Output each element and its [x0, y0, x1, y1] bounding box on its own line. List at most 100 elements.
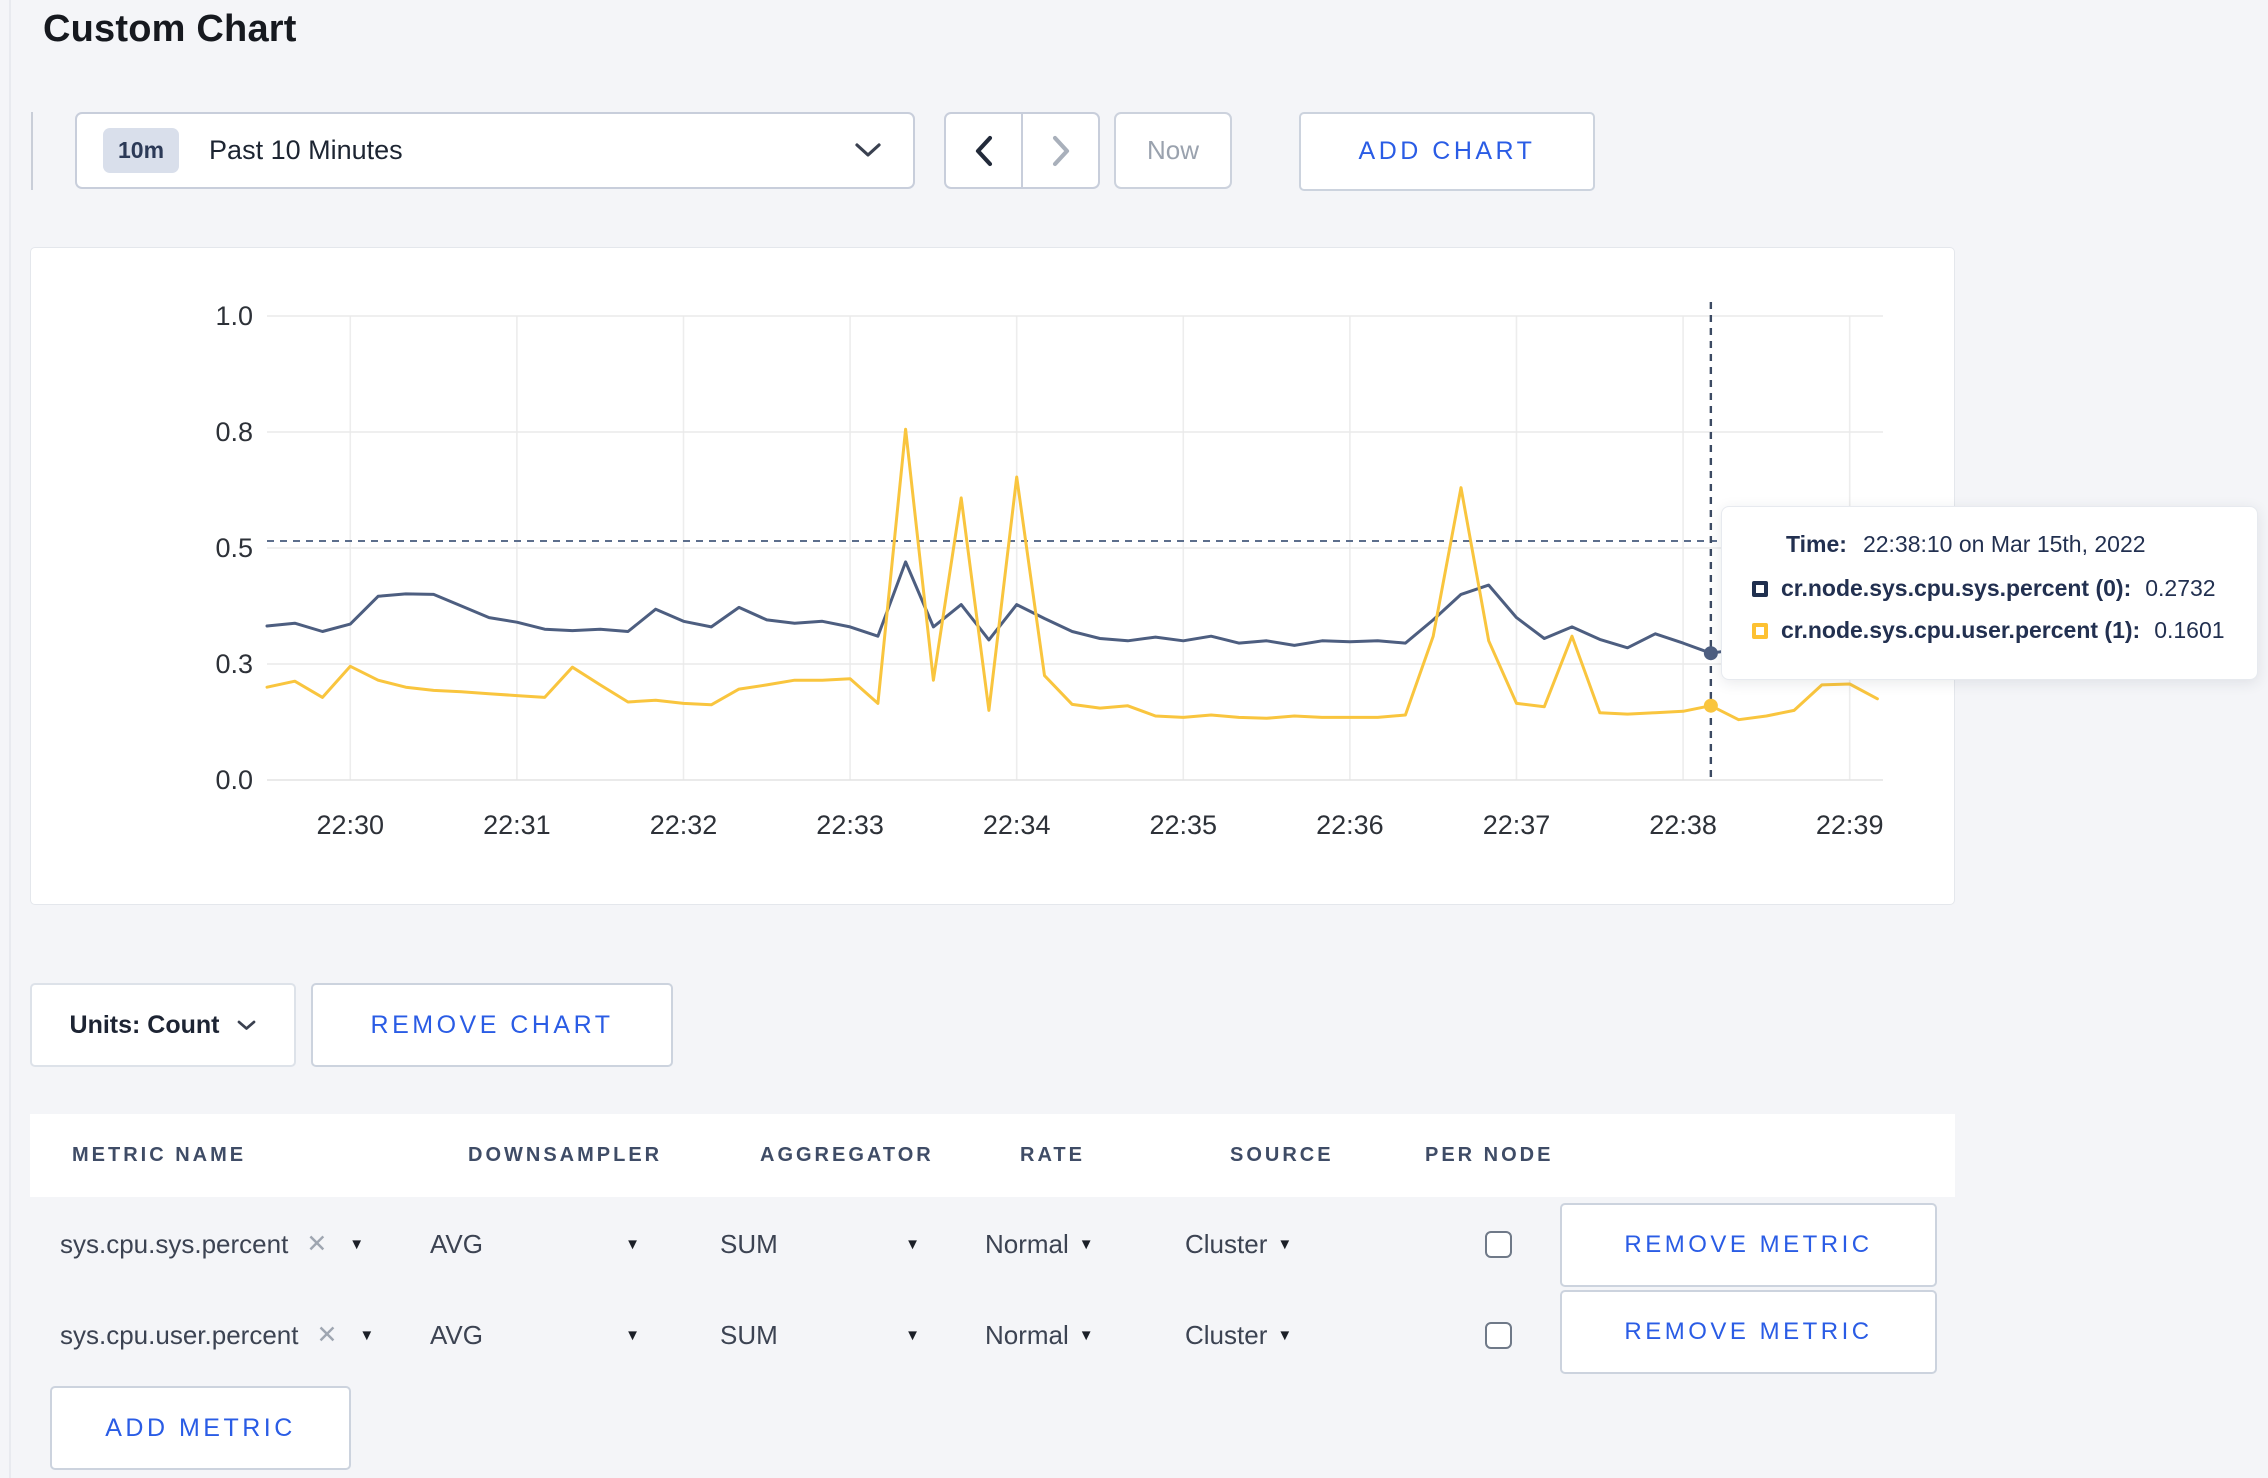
y-axis-tick-label: 0.8	[215, 417, 253, 447]
column-header-aggregator: AGGREGATOR	[760, 1144, 934, 1166]
select-arrow-icon: ▼	[1078, 1235, 1094, 1253]
per-node-checkbox[interactable]	[1485, 1321, 1512, 1349]
aggregator-value: SUM	[720, 1228, 778, 1259]
add-metric-button[interactable]: ADD METRIC	[50, 1386, 351, 1470]
time-range-badge: 10m	[103, 128, 180, 173]
toolbar-divider	[31, 112, 33, 190]
per-node-cell	[1395, 1230, 1560, 1258]
aggregator-select[interactable]: SUM ▼	[715, 1320, 980, 1351]
time-step-controls	[944, 112, 1100, 189]
timeseries-chart[interactable]: 0.0 0.3 0.5 0.8 1.0 22:30 22:31 22:32 22:33 22:34…	[31, 248, 1954, 904]
per-node-cell	[1395, 1321, 1560, 1349]
chevron-left-icon	[975, 135, 992, 166]
x-axis-tick-label: 22:33	[816, 810, 884, 840]
select-arrow-icon: ▼	[905, 1326, 920, 1344]
metric-row: sys.cpu.sys.percent ✕ ▼ AVG ▼ SUM ▼ Normal ▼ Clus…	[30, 1214, 1560, 1274]
remove-metric-button[interactable]: REMOVE METRIC	[1560, 1203, 1937, 1287]
hover-point-cpu-user	[1703, 698, 1718, 713]
chevron-down-icon	[855, 143, 881, 157]
toolbar: 10m Past 10 Minutes Now ADD CHART	[0, 112, 2268, 192]
time-range-label: Past 10 Minutes	[209, 135, 403, 165]
tooltip-series-row: cr.node.sys.cpu.sys.percent (0): 0.2732	[1752, 575, 2227, 602]
select-arrow-icon: ▼	[1277, 1326, 1293, 1344]
units-dropdown[interactable]: Units: Count	[30, 983, 296, 1067]
downsampler-value: AVG	[430, 1319, 483, 1350]
select-arrow-icon: ▼	[1078, 1326, 1094, 1344]
column-header-downsampler: DOWNSAMPLER	[468, 1144, 663, 1166]
add-chart-button[interactable]: ADD CHART	[1299, 112, 1595, 191]
next-time-button[interactable]	[1023, 114, 1098, 187]
tooltip-series-row: cr.node.sys.cpu.user.percent (1): 0.1601	[1752, 617, 2227, 644]
series-line-cpu-sys	[265, 560, 1879, 657]
select-arrow-icon: ▼	[349, 1235, 365, 1253]
clear-metric-icon[interactable]: ✕	[306, 1229, 327, 1259]
chevron-down-icon	[238, 1020, 256, 1030]
series-line-cpu-user	[265, 427, 1879, 722]
metric-name-select[interactable]: sys.cpu.sys.percent ✕ ▼	[30, 1229, 425, 1260]
x-axis-tick-label: 22:38	[1649, 810, 1717, 840]
select-arrow-icon: ▼	[359, 1326, 375, 1344]
source-value: Cluster	[1185, 1228, 1268, 1259]
select-arrow-icon: ▼	[625, 1326, 640, 1344]
units-label: Units: Count	[69, 1010, 220, 1039]
rate-value: Normal	[985, 1319, 1069, 1350]
column-header-per-node: PER NODE	[1425, 1144, 1554, 1166]
select-arrow-icon: ▼	[1277, 1235, 1293, 1253]
aggregator-value: SUM	[720, 1319, 778, 1350]
chart-tooltip: Time: 22:38:10 on Mar 15th, 2022 cr.node.…	[1721, 506, 2258, 680]
y-axis-tick-label: 1.0	[215, 301, 253, 331]
rate-select[interactable]: Normal ▼	[980, 1229, 1180, 1260]
series-swatch-icon	[1752, 622, 1768, 639]
y-axis-tick-label: 0.3	[215, 649, 253, 679]
metric-row: sys.cpu.user.percent ✕ ▼ AVG ▼ SUM ▼ Normal ▼ Clu…	[30, 1305, 1560, 1365]
page-title: Custom Chart	[43, 8, 297, 50]
source-select[interactable]: Cluster ▼	[1180, 1229, 1395, 1260]
column-header-source: SOURCE	[1230, 1144, 1334, 1166]
series-swatch-icon	[1752, 580, 1768, 597]
now-button[interactable]: Now	[1114, 112, 1232, 189]
page-left-edge	[9, 0, 11, 1478]
hover-point-cpu-sys	[1703, 646, 1718, 661]
aggregator-select[interactable]: SUM ▼	[715, 1229, 980, 1260]
metric-name-value: sys.cpu.sys.percent	[60, 1228, 289, 1259]
x-axis-tick-label: 22:39	[1816, 810, 1884, 840]
tooltip-series-value: 0.2732	[2145, 575, 2216, 601]
downsampler-value: AVG	[430, 1228, 483, 1259]
metric-name-value: sys.cpu.user.percent	[60, 1319, 299, 1350]
metrics-table-header: METRIC NAME DOWNSAMPLER AGGREGATOR RATE SOUR…	[30, 1114, 1955, 1197]
rate-value: Normal	[985, 1228, 1069, 1259]
downsampler-select[interactable]: AVG ▼	[425, 1320, 715, 1351]
column-header-rate: RATE	[1020, 1144, 1085, 1166]
metric-name-select[interactable]: sys.cpu.user.percent ✕ ▼	[30, 1320, 425, 1351]
source-select[interactable]: Cluster ▼	[1180, 1320, 1395, 1351]
source-value: Cluster	[1185, 1319, 1268, 1350]
downsampler-select[interactable]: AVG ▼	[425, 1229, 715, 1260]
tooltip-time-row: Time: 22:38:10 on Mar 15th, 2022	[1786, 531, 2227, 558]
tooltip-series-label: cr.node.sys.cpu.sys.percent (0):	[1781, 575, 2132, 601]
x-axis-tick-label: 22:35	[1149, 810, 1217, 840]
x-axis-tick-label: 22:31	[483, 810, 551, 840]
tooltip-series-value: 0.1601	[2154, 617, 2225, 643]
tooltip-time-value: 22:38:10 on Mar 15th, 2022	[1862, 531, 2146, 557]
time-range-dropdown[interactable]: 10m Past 10 Minutes	[75, 112, 915, 189]
select-arrow-icon: ▼	[905, 1235, 920, 1253]
chart-card[interactable]: 0.0 0.3 0.5 0.8 1.0 22:30 22:31 22:32 22:33 22:34…	[30, 247, 1955, 905]
per-node-checkbox[interactable]	[1485, 1230, 1512, 1258]
chevron-right-icon	[1052, 135, 1069, 166]
tooltip-time-label: Time:	[1786, 531, 1847, 557]
x-axis-tick-label: 22:30	[317, 810, 385, 840]
remove-chart-button[interactable]: REMOVE CHART	[311, 983, 673, 1067]
prev-time-button[interactable]	[946, 114, 1023, 187]
x-axis-tick-label: 22:34	[983, 810, 1051, 840]
remove-metric-button[interactable]: REMOVE METRIC	[1560, 1290, 1937, 1374]
x-axis-tick-label: 22:37	[1483, 810, 1551, 840]
x-axis-tick-label: 22:32	[650, 810, 718, 840]
rate-select[interactable]: Normal ▼	[980, 1320, 1180, 1351]
clear-metric-icon[interactable]: ✕	[316, 1320, 337, 1350]
y-axis-tick-label: 0.0	[215, 765, 253, 795]
x-axis-tick-label: 22:36	[1316, 810, 1384, 840]
tooltip-series-label: cr.node.sys.cpu.user.percent (1):	[1781, 617, 2141, 643]
column-header-metric-name: METRIC NAME	[72, 1144, 247, 1166]
select-arrow-icon: ▼	[625, 1235, 640, 1253]
y-axis-tick-label: 0.5	[215, 533, 253, 563]
